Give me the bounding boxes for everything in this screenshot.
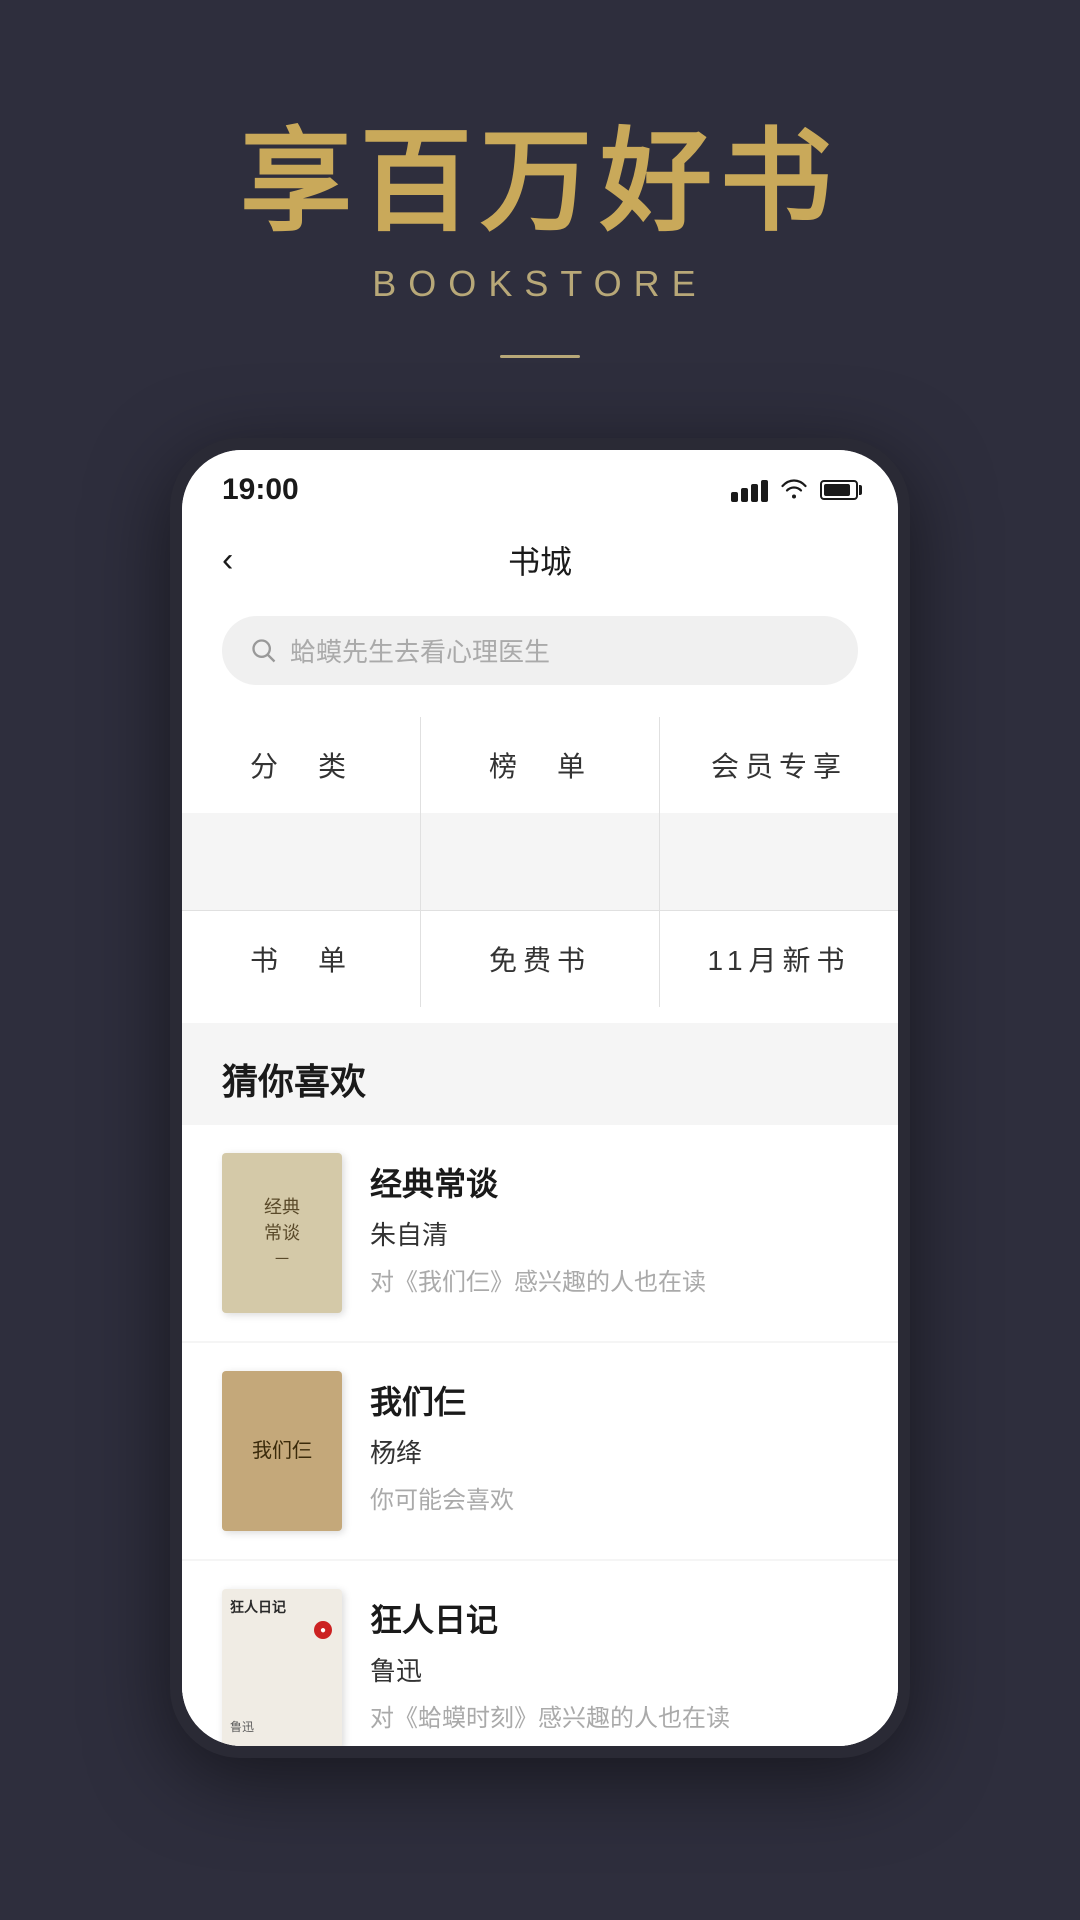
category-bangdan[interactable]: 榜 单 [421, 717, 659, 813]
recommendations-section: 猜你喜欢 经典常谈一 经典常谈 朱自清 对《我们仨》感兴趣的 [182, 1023, 898, 1746]
book-item-2[interactable]: 我们仨 我们仨 杨绛 你可能会喜欢 [182, 1343, 898, 1559]
category-grid: 分 类 榜 单 会员专享 书 单 [182, 717, 898, 1007]
book-info-1: 经典常谈 朱自清 对《我们仨》感兴趣的人也在读 [370, 1153, 858, 1297]
status-time: 19:00 [222, 473, 299, 507]
book-item-3[interactable]: 狂人日记 ● 鲁迅 狂人日记 鲁迅 对《蛤蟆时刻》感兴趣的人也在读 [182, 1561, 898, 1746]
app-content: ‹ 书城 蛤蟆先生去看心理医生 [182, 520, 898, 1746]
battery-icon [820, 480, 858, 500]
search-container: 蛤蟆先生去看心理医生 [182, 600, 898, 701]
recommendations-title: 猜你喜欢 [182, 1023, 898, 1125]
category-huiyuan[interactable]: 会员专享 [660, 717, 898, 813]
book-desc-3: 对《蛤蟆时刻》感兴趣的人也在读 [370, 1698, 858, 1733]
book-author-2: 杨绛 [370, 1433, 858, 1470]
search-icon [250, 637, 278, 665]
status-icons [731, 475, 858, 506]
book-desc-2: 你可能会喜欢 [370, 1480, 858, 1515]
book-title-3: 狂人日记 [370, 1595, 858, 1641]
divider [500, 355, 580, 358]
search-bar[interactable]: 蛤蟆先生去看心理医生 [222, 616, 858, 685]
book-info-3: 狂人日记 鲁迅 对《蛤蟆时刻》感兴趣的人也在读 [370, 1589, 858, 1733]
search-placeholder: 蛤蟆先生去看心理医生 [290, 632, 550, 669]
book-desc-1: 对《我们仨》感兴趣的人也在读 [370, 1262, 858, 1297]
phone-screen: 19:00 [182, 450, 898, 1746]
book-title-2: 我们仨 [370, 1377, 858, 1423]
nav-bar: ‹ 书城 [182, 520, 898, 600]
book-cover-2: 我们仨 [222, 1371, 342, 1531]
book-author-3: 鲁迅 [370, 1651, 858, 1688]
book-cover-3: 狂人日记 ● 鲁迅 [222, 1589, 342, 1746]
phone-frame: 19:00 [170, 438, 910, 1758]
page-background: 享百万好书 BOOKSTORE 19:00 [0, 0, 1080, 1920]
nav-title: 书城 [508, 537, 572, 583]
book-item-1[interactable]: 经典常谈一 经典常谈 朱自清 对《我们仨》感兴趣的人也在读 [182, 1125, 898, 1341]
main-title: 享百万好书 [240, 120, 840, 243]
book-list: 经典常谈一 经典常谈 朱自清 对《我们仨》感兴趣的人也在读 我们仨 [182, 1125, 898, 1746]
subtitle: BOOKSTORE [372, 263, 707, 305]
wifi-icon [780, 475, 808, 506]
category-xinshu[interactable]: 11月新书 [660, 911, 898, 1007]
signal-icon [731, 478, 768, 502]
category-shudan[interactable]: 书 单 [182, 911, 420, 1007]
book-title-1: 经典常谈 [370, 1159, 858, 1205]
category-mianfei[interactable]: 免费书 [421, 911, 659, 1007]
book-info-2: 我们仨 杨绛 你可能会喜欢 [370, 1371, 858, 1515]
status-bar: 19:00 [182, 450, 898, 520]
header-section: 享百万好书 BOOKSTORE [0, 0, 1080, 418]
book-cover-1: 经典常谈一 [222, 1153, 342, 1313]
back-button[interactable]: ‹ [222, 541, 233, 580]
book-author-1: 朱自清 [370, 1215, 858, 1252]
category-fenlei[interactable]: 分 类 [182, 717, 420, 813]
